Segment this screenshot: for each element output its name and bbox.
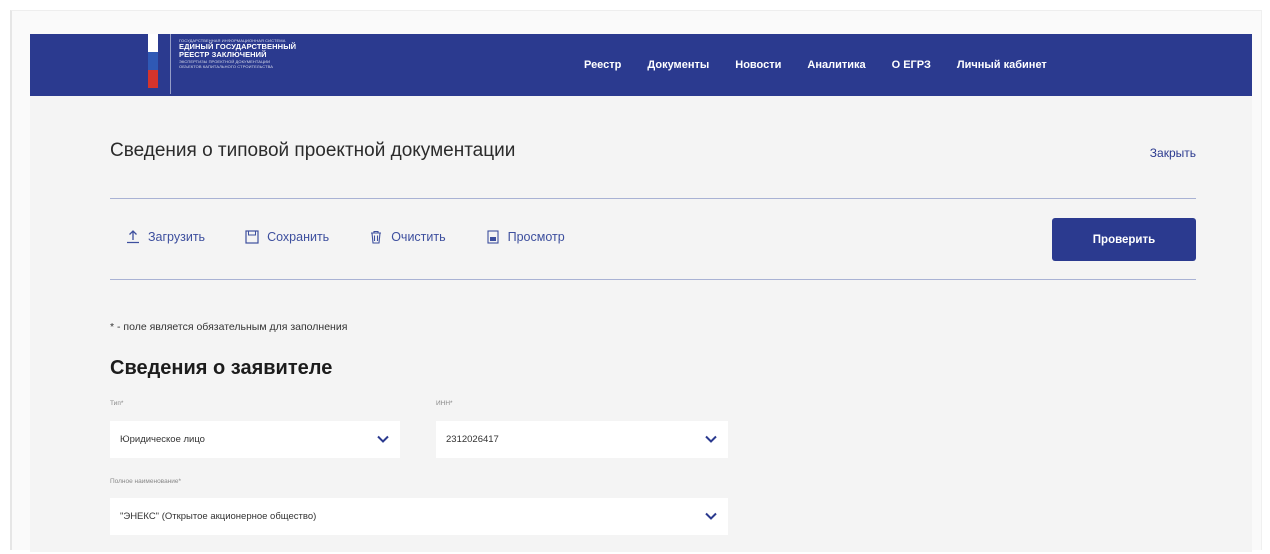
save-label: Сохранить: [267, 230, 330, 244]
logo-divider: [170, 34, 171, 94]
nav-registry[interactable]: Реестр: [584, 59, 621, 71]
type-value: Юридическое лицо: [120, 434, 205, 445]
divider-top: [110, 198, 1196, 199]
site-header: Государственная информационная система Е…: [30, 34, 1252, 96]
chevron-down-icon: [377, 435, 389, 443]
toolbar: Загрузить Сохранить Очистить Просмотр: [126, 230, 605, 244]
section-title: Сведения о заявителе: [110, 357, 333, 379]
main-nav: Реестр Документы Новости Аналитика О ЕГР…: [584, 34, 1047, 96]
nav-news[interactable]: Новости: [735, 59, 781, 71]
preview-button[interactable]: Просмотр: [486, 230, 565, 244]
fullname-label: Полное наименование*: [110, 478, 182, 485]
type-select[interactable]: Юридическое лицо: [110, 421, 400, 458]
inn-value: 2312026417: [446, 434, 499, 445]
upload-button[interactable]: Загрузить: [126, 230, 205, 244]
nav-documents[interactable]: Документы: [647, 59, 709, 71]
required-note: * - поле является обязательным для запол…: [110, 321, 348, 333]
fullname-select[interactable]: "ЭНЕКС" (Открытое акционерное общество): [110, 498, 728, 535]
save-button[interactable]: Сохранить: [245, 230, 329, 244]
divider-bottom: [110, 279, 1196, 280]
russian-flag-logo: [148, 34, 158, 88]
type-label: Тип*: [110, 400, 124, 407]
upload-label: Загрузить: [148, 230, 206, 244]
document-preview-icon: [487, 230, 499, 244]
nav-personal-account[interactable]: Личный кабинет: [957, 59, 1047, 71]
check-button[interactable]: Проверить: [1052, 218, 1196, 261]
save-icon: [245, 230, 259, 244]
chevron-down-icon: [705, 435, 717, 443]
logo-line-3: реестр заключений: [179, 50, 267, 59]
nav-analytics[interactable]: Аналитика: [807, 59, 865, 71]
nav-about[interactable]: О ЕГРЗ: [892, 59, 931, 71]
trash-icon: [371, 230, 382, 244]
logo-line-5: объектов капитального строительства: [179, 64, 274, 69]
inn-select[interactable]: 2312026417: [436, 421, 728, 458]
page-title: Сведения о типовой проектной документаци…: [110, 140, 516, 161]
inn-label: ИНН*: [436, 400, 453, 407]
close-link[interactable]: Закрыть: [1150, 146, 1196, 160]
upload-icon: [127, 230, 139, 244]
logo-line-1: Государственная информационная система: [179, 38, 286, 43]
clear-button[interactable]: Очистить: [369, 230, 446, 244]
logo-text[interactable]: Государственная информационная система Е…: [179, 38, 296, 69]
clear-label: Очистить: [391, 230, 446, 244]
chevron-down-icon: [705, 512, 717, 520]
preview-label: Просмотр: [507, 230, 565, 244]
fullname-value: "ЭНЕКС" (Открытое акционерное общество): [120, 511, 317, 522]
main-content: Сведения о типовой проектной документаци…: [30, 96, 1252, 552]
